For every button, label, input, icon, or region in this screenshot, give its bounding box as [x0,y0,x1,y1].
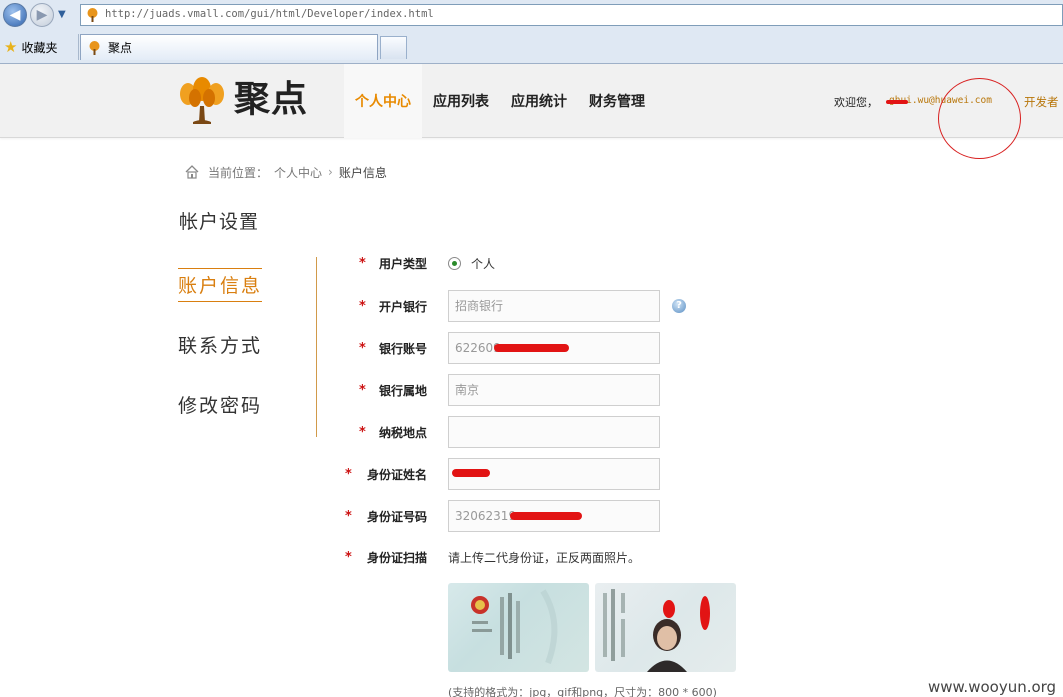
required-marker: * [345,467,352,482]
id-card-front-image[interactable] [448,583,589,672]
required-marker: * [359,256,366,271]
required-marker: * [359,383,366,398]
user-type-radio-group: 个人 [448,255,495,272]
format-note: (支持的格式为：jpg，gif和png，尺寸为：800 * 600) [448,686,717,697]
browser-chrome: ◀ ▶ ▼ http://juads.vmall.com/gui/html/De… [0,0,1063,64]
id-name-label: 身份证姓名 [366,468,427,482]
bank-label: 开户银行 [378,300,427,314]
site-header: 聚点 个人中心 应用列表 应用统计 财务管理 欢迎您， ghui.wu@huaw… [0,64,1063,138]
side-item-account-info[interactable]: 账户信息 [178,266,288,326]
id-card-back-image[interactable] [595,583,736,672]
history-dropdown-icon[interactable]: ▼ [58,9,66,20]
nav-app-stats[interactable]: 应用统计 [500,64,578,138]
nav-app-list[interactable]: 应用列表 [422,64,500,138]
user-type-label: 用户类型 [378,257,427,271]
tab-row: ★ 收藏夹 聚点 [0,32,1063,62]
redaction-mark [452,469,490,477]
required-marker: * [359,425,366,440]
required-marker: * [359,299,366,314]
watermark: www.wooyun.org [928,678,1057,696]
side-item-contact[interactable]: 联系方式 [178,326,288,386]
site-favicon-icon [87,8,98,22]
redaction-mark [886,100,908,104]
side-item-change-password[interactable]: 修改密码 [178,386,288,446]
annotation-circle [938,78,1021,159]
nav-finance[interactable]: 财务管理 [578,64,656,138]
bank-row: * 开户银行 招商银行 ? [340,290,740,322]
welcome-text: 欢迎您， [834,96,878,109]
id-back-picture [603,589,710,672]
id-number-label: 身份证号码 [366,510,427,524]
toolbar-divider [78,34,79,60]
redaction-mark [494,344,569,352]
tab-active[interactable]: 聚点 [80,34,378,60]
id-front-picture [471,589,558,665]
tax-location-field[interactable] [448,416,660,448]
redaction-mark [510,512,582,520]
forward-button[interactable]: ▶ [30,3,54,27]
required-marker: * [345,509,352,524]
account-row: * 银行账号 622609 [340,332,740,364]
required-marker: * [345,550,352,565]
logo-text: 聚点 [234,79,309,120]
side-item-label: 账户信息 [178,268,263,302]
main-nav: 个人中心 应用列表 应用统计 财务管理 [344,64,656,138]
developer-link[interactable]: 开发者 [1024,94,1059,110]
new-tab-button[interactable] [380,36,407,59]
url-text: http://juads.vmall.com/gui/html/Develope… [105,8,434,20]
tax-location-label: 纳税地点 [378,426,427,440]
user-type-row: * 用户类型 个人 [340,247,740,279]
tab-favicon-icon [89,40,100,55]
tree-logo-icon [180,77,224,124]
chevron-right-icon: › [328,165,333,179]
favorites-button[interactable]: ★ 收藏夹 [4,37,57,57]
bank-location-field[interactable]: 南京 [448,374,660,406]
id-number-row: * 身份证号码 32062319 [340,500,740,532]
breadcrumb-current: 账户信息 [338,165,387,180]
required-marker: * [359,341,366,356]
bank-field[interactable]: 招商银行 [448,290,660,322]
upload-hint: 请上传二代身份证，正反两面照片。 [448,551,641,565]
tab-title: 聚点 [108,41,133,55]
page-title: 帐户设置 [179,211,260,233]
radio-personal-label: 个人 [471,257,496,271]
star-icon: ★ [4,37,18,56]
breadcrumb-prefix: 当前位置： [208,165,269,180]
id-scan-label: 身份证扫描 [366,551,427,565]
side-menu: 账户信息 联系方式 修改密码 [178,266,288,446]
id-name-row: * 身份证姓名 [340,458,740,490]
breadcrumb-parent-link[interactable]: 个人中心 [274,164,322,181]
account-label: 银行账号 [378,342,427,356]
address-row: ◀ ▶ ▼ http://juads.vmall.com/gui/html/De… [0,0,1063,30]
vertical-divider [316,257,317,437]
home-icon [185,165,199,179]
favorites-label: 收藏夹 [21,40,58,55]
id-scan-row: * 身份证扫描 请上传二代身份证，正反两面照片。 [340,541,740,573]
help-icon[interactable]: ? [672,299,686,313]
back-button[interactable]: ◀ [3,3,27,27]
bank-location-row: * 银行属地 南京 [340,374,740,406]
address-bar[interactable]: http://juads.vmall.com/gui/html/Develope… [80,4,1063,26]
bank-location-label: 银行属地 [378,384,427,398]
logo[interactable]: 聚点 [178,76,318,126]
breadcrumb: 当前位置： 个人中心 › 账户信息 [184,163,387,181]
radio-personal[interactable] [448,257,461,270]
tax-location-row: * 纳税地点 [340,416,740,448]
nav-personal-center[interactable]: 个人中心 [344,64,422,138]
